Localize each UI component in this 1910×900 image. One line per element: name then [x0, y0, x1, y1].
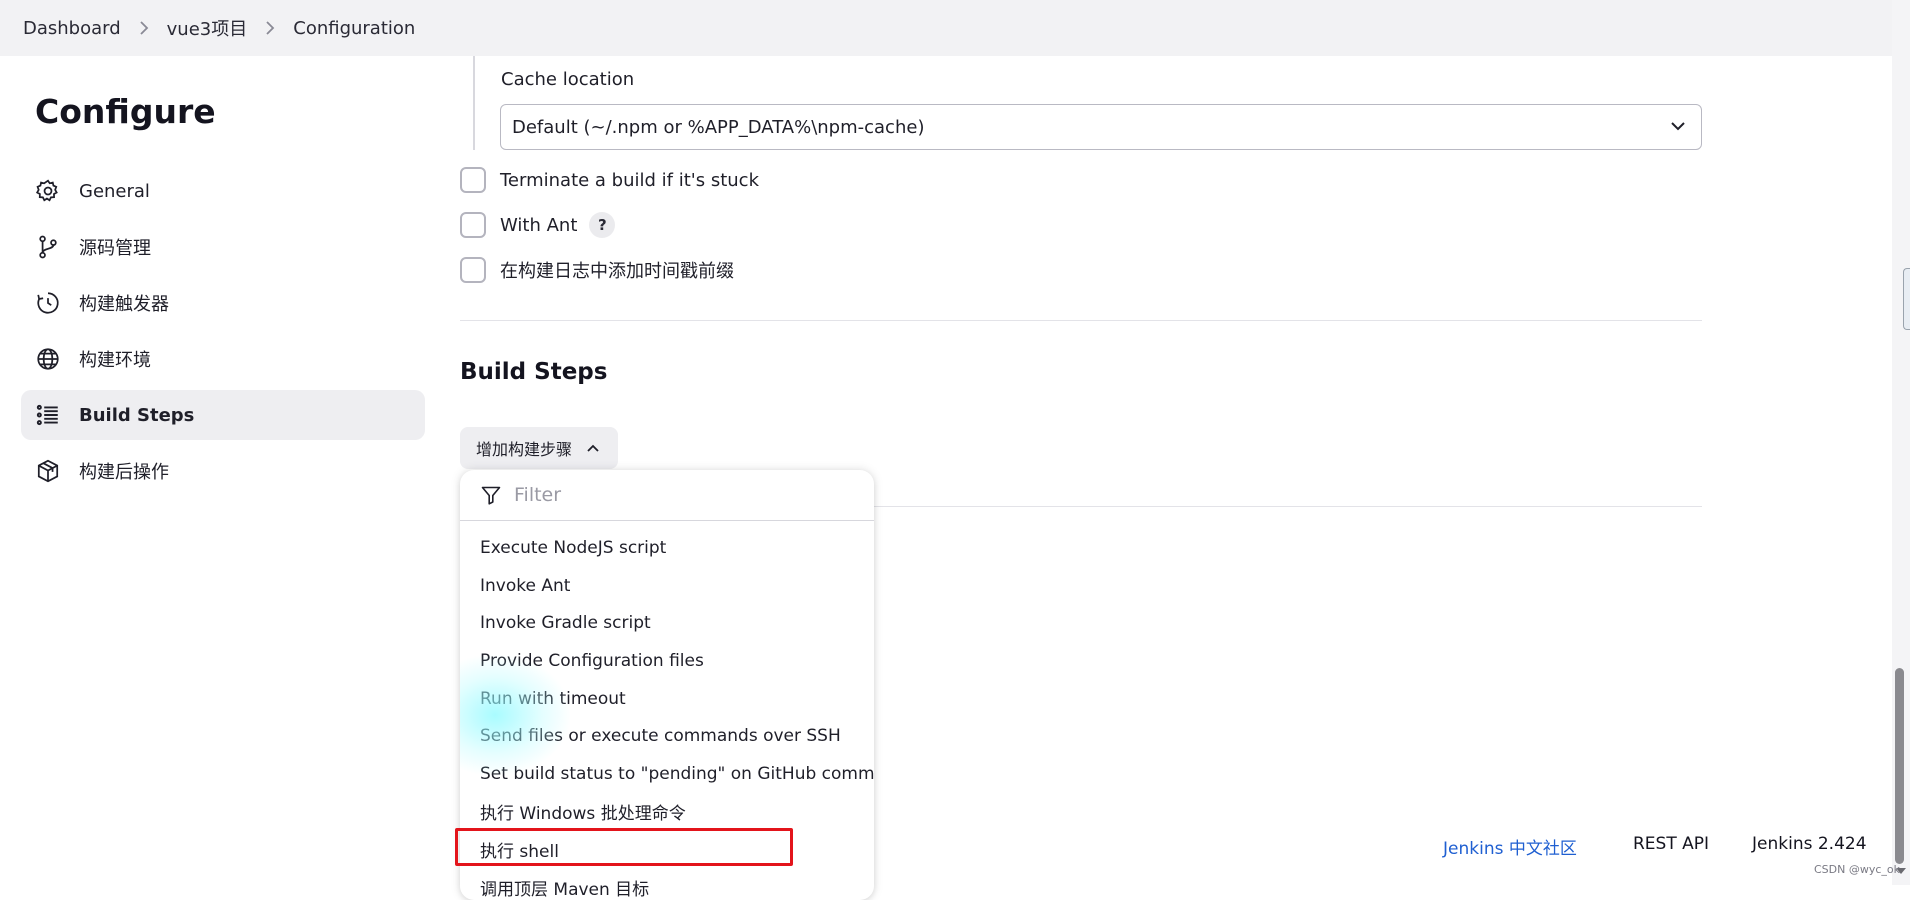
- sidebar-item-source[interactable]: 源码管理: [21, 222, 425, 272]
- sidebar-item-label: 构建触发器: [79, 294, 169, 315]
- footer-version-link[interactable]: Jenkins 2.424: [1752, 834, 1867, 854]
- sidebar-item-label: 源码管理: [79, 238, 151, 259]
- watermark: CSDN @wyc_ok: [1814, 863, 1901, 876]
- with-ant-label[interactable]: With Ant: [500, 215, 577, 236]
- breadcrumb-dashboard[interactable]: Dashboard: [23, 18, 121, 39]
- chevron-right-icon: [139, 21, 149, 35]
- gear-icon: [35, 178, 61, 204]
- breadcrumb-configuration[interactable]: Configuration: [293, 18, 415, 39]
- section-divider: [460, 320, 1702, 321]
- build-steps-title: Build Steps: [460, 359, 608, 385]
- menu-item-run-with-timeout[interactable]: Run with timeout: [460, 680, 874, 718]
- menu-item-execute-nodejs[interactable]: Execute NodeJS script: [460, 529, 874, 567]
- cache-location-label: Cache location: [501, 69, 635, 90]
- branch-icon: [35, 234, 61, 260]
- sidebar-item-general[interactable]: General: [21, 166, 425, 216]
- terminate-stuck-checkbox[interactable]: [460, 167, 486, 193]
- chevron-up-icon: [587, 444, 599, 452]
- sidebar-item-build-steps[interactable]: Build Steps: [21, 390, 425, 440]
- terminate-stuck-label[interactable]: Terminate a build if it's stuck: [500, 170, 759, 191]
- breadcrumb-project[interactable]: vue3项目: [167, 15, 248, 41]
- page-title: Configure: [35, 92, 216, 131]
- sidebar-item-label: General: [79, 180, 150, 202]
- menu-item-invoke-gradle[interactable]: Invoke Gradle script: [460, 604, 874, 642]
- chevron-down-icon: [1669, 117, 1687, 140]
- help-icon[interactable]: ?: [589, 212, 616, 238]
- scrollbar-thumb[interactable]: [1895, 668, 1904, 864]
- menu-item-execute-shell[interactable]: 执行 shell: [460, 831, 874, 869]
- cache-location-select[interactable]: Default (~/.npm or %APP_DATA%\npm-cache): [500, 104, 1702, 150]
- filter-row: [460, 470, 874, 521]
- sidebar-item-label: Build Steps: [79, 404, 195, 426]
- sidebar-item-post-build[interactable]: 构建后操作: [21, 446, 425, 496]
- menu-item-set-build-status[interactable]: Set build status to "pending" on GitHub …: [460, 755, 874, 793]
- footer-community-link[interactable]: Jenkins 中文社区: [1443, 834, 1577, 859]
- sidebar-item-label: 构建环境: [79, 350, 151, 371]
- menu-item-maven-targets[interactable]: 调用顶层 Maven 目标: [460, 868, 874, 900]
- terminate-stuck-row: Terminate a build if it's stuck: [460, 167, 759, 193]
- timestamp-checkbox[interactable]: [460, 257, 486, 283]
- sidebar-nav: General 源码管理 构建触发器 构建环境 Build Steps 构建后操…: [21, 166, 425, 502]
- with-ant-checkbox[interactable]: [460, 212, 486, 238]
- box-icon: [35, 458, 61, 484]
- sidebar-item-triggers[interactable]: 构建触发器: [21, 278, 425, 328]
- build-step-dropdown: Execute NodeJS script Invoke Ant Invoke …: [460, 470, 874, 900]
- menu-item-windows-batch[interactable]: 执行 Windows 批处理命令: [460, 793, 874, 831]
- sidebar-item-label: 构建后操作: [79, 462, 169, 483]
- breadcrumb: Dashboard vue3项目 Configuration: [0, 0, 1892, 56]
- with-ant-row: With Ant ?: [460, 212, 616, 238]
- menu-item-send-files-ssh[interactable]: Send files or execute commands over SSH: [460, 717, 874, 755]
- globe-icon: [35, 346, 61, 372]
- list-icon: [35, 402, 61, 428]
- nested-section-line: [473, 56, 475, 150]
- filter-icon: [481, 486, 501, 505]
- menu-item-provide-config-files[interactable]: Provide Configuration files: [460, 642, 874, 680]
- side-panel-tab[interactable]: [1903, 268, 1910, 330]
- menu-item-invoke-ant[interactable]: Invoke Ant: [460, 567, 874, 605]
- sidebar-item-environment[interactable]: 构建环境: [21, 334, 425, 384]
- timestamp-label[interactable]: 在构建日志中添加时间戳前缀: [500, 257, 734, 283]
- add-build-step-button[interactable]: 增加构建步骤: [460, 427, 619, 469]
- timestamp-row: 在构建日志中添加时间戳前缀: [460, 257, 734, 283]
- footer-rest-api-link[interactable]: REST API: [1633, 834, 1709, 854]
- cache-location-value: Default (~/.npm or %APP_DATA%\npm-cache): [512, 116, 925, 138]
- filter-input[interactable]: [512, 483, 836, 507]
- add-build-step-label: 增加构建步骤: [476, 440, 573, 459]
- build-step-menu: Execute NodeJS script Invoke Ant Invoke …: [460, 521, 874, 900]
- clock-icon: [35, 290, 61, 316]
- chevron-right-icon: [265, 21, 275, 35]
